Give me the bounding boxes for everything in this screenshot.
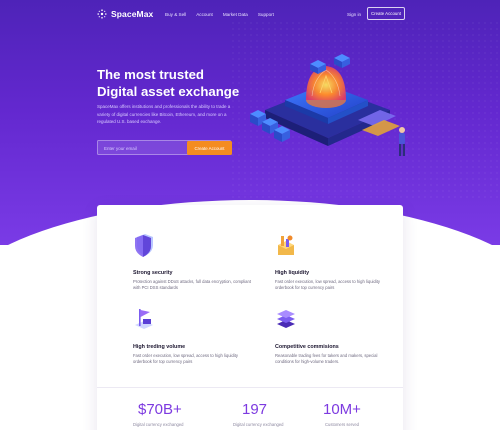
nav-links: Buy & Sell Account Market Data Support [165,12,274,17]
hero-title-line-1: The most trusted [97,67,204,82]
sparkle-logo-icon [97,9,107,19]
hero-description: SpaceMax offers institutions and profess… [97,104,231,125]
stat-label: Digital currency exchanged [233,422,284,427]
feature-description: Fast order execution, low spread, access… [133,353,238,365]
logo[interactable]: SpaceMax [97,9,153,19]
feature-title: High liquidity [275,270,310,276]
feature-title: High treding volume [133,344,186,350]
email-input[interactable] [98,141,187,155]
email-signup-form: Create Account [97,140,232,155]
nav-link-buy-sell[interactable]: Buy & Sell [165,12,186,17]
feature-description: Fast order execution, low spread, access… [275,279,380,291]
sign-in-link[interactable]: Sign in [347,12,361,17]
feature-description: Reasonable trading fees for takers and m… [275,353,378,365]
feature-description: Protection against DDoS attacks, full da… [133,279,252,291]
feature-high-trading-volume: High treding volume Fast order execution… [133,307,253,366]
top-nav: SpaceMax Buy & Sell Account Market Data … [0,0,500,30]
nav-link-support[interactable]: Support [258,12,274,17]
feature-title: Competitive commisions [275,344,339,350]
hero-create-account-button[interactable]: Create Account [187,141,232,155]
stat-value-currencies: 197 [242,401,268,418]
stat-label: Customers served [325,422,359,427]
isometric-exchange-illustration [250,54,405,156]
hero-title: The most trusted Digital asset exchange [97,66,257,100]
brand-name: SpaceMax [111,9,154,19]
flag-icon [135,309,153,329]
create-account-button[interactable]: Create Account [367,7,405,20]
hero-title-line-2: Digital asset exchange [97,84,240,99]
feature-title: Strong security [133,270,173,276]
stat-value-customers: 10M+ [323,401,361,418]
layers-icon [277,310,295,328]
nav-link-account[interactable]: Account [196,12,213,17]
stat-label: Digital currency exchanged [133,422,184,427]
feature-competitive-commissions: Competitive commisions Reasonable tradin… [275,307,395,366]
coins-icon [278,235,294,255]
stats-divider [97,387,403,388]
stat-value-exchanged: $70B+ [138,401,182,418]
shield-icon [135,234,153,257]
feature-strong-security: Strong security Protection against DDoS … [133,233,253,292]
nav-link-market-data[interactable]: Market Data [223,12,248,17]
feature-high-liquidity: High liquidity Fast order execution, low… [275,233,395,292]
